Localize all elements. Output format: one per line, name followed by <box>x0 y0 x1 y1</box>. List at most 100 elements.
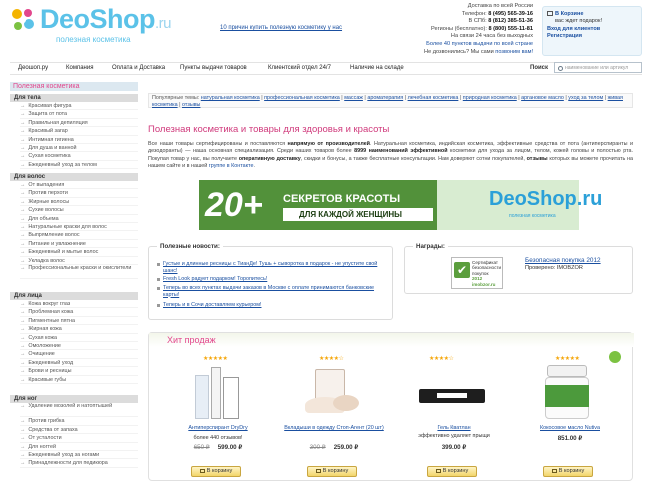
vk-group-link[interactable]: группе в Контакте <box>209 163 254 169</box>
cart-icon <box>199 469 205 473</box>
bestsellers-title: Хит продаж <box>167 335 216 345</box>
sidebar-category[interactable]: Для ног <box>10 395 138 403</box>
sidebar-item[interactable]: Омоложение <box>20 342 138 351</box>
add-to-cart-button[interactable]: В корзину <box>427 466 477 477</box>
promo-banner[interactable]: 20+ СЕКРЕТОВ КРАСОТЫ ДЛЯ КАЖДОЙ ЖЕНЩИНЫ … <box>199 180 602 230</box>
nav-item-company[interactable]: Компания <box>66 65 93 71</box>
promo-link[interactable]: 10 причин купить полезную косметику у на… <box>220 25 342 31</box>
sidebar-item[interactable]: Интимная гигиена <box>20 136 138 144</box>
sidebar-item[interactable]: Правильная депиляция <box>20 119 138 128</box>
sidebar-item[interactable]: Выпрямление волос <box>20 231 138 240</box>
product-name[interactable]: Гель Кватлан <box>399 425 509 431</box>
sidebar-item[interactable]: Против перхоти <box>20 189 138 198</box>
search-input[interactable]: наименование или артикул <box>554 62 642 73</box>
news-link[interactable]: Теперь во всех пунктах выдачи заказов в … <box>163 285 391 298</box>
product-image[interactable] <box>419 389 485 403</box>
news-link[interactable]: Густые и длинные ресницы с ТианДе! Тушь … <box>163 261 391 274</box>
sidebar-item[interactable]: Против грибка <box>20 417 138 426</box>
rating-stars: ★★★★★ <box>203 356 228 362</box>
pickup-link[interactable]: Более 40 пунктов выдачи по всей стране <box>426 41 533 47</box>
award-link[interactable]: Безопасная покупка 2012 <box>525 257 601 264</box>
tag-link[interactable]: массаж <box>344 95 363 101</box>
sidebar-item[interactable]: Удаление мозолей и натоптышей <box>20 403 138 417</box>
sidebar-item[interactable]: Питание и увлажнение <box>20 240 138 249</box>
nav-item-stock[interactable]: Наличие на складе <box>350 65 404 71</box>
sidebar-item[interactable]: Ежедневный уход за телом <box>20 161 138 170</box>
sidebar-item[interactable]: Брови и ресницы <box>20 367 138 376</box>
add-to-cart-button[interactable]: В корзину <box>543 466 593 477</box>
cart-link[interactable]: В Корзине <box>555 11 583 17</box>
sidebar-category[interactable]: Для лица <box>10 292 138 300</box>
sidebar-item[interactable]: Жирные волосы <box>20 198 138 207</box>
nav-item-payment[interactable]: Оплата и Доставка <box>112 65 165 71</box>
tag-link[interactable]: уход за телом <box>568 95 603 101</box>
spb-phone-line: В СПб: 8 (812) 385-51-36 <box>468 18 533 25</box>
news-link[interactable]: Fresh Look радует подарком! Торопитесь! <box>163 276 391 283</box>
tag-link[interactable]: аргановое масло <box>521 95 564 101</box>
sidebar-item[interactable]: Ежедневный уход за ногами <box>20 451 138 460</box>
sidebar-item[interactable]: Ежедневный уход <box>20 359 138 368</box>
main-nav: Деошоп.ру Компания Оплата и Доставка Пун… <box>10 62 642 75</box>
sidebar-item[interactable]: От выпадения <box>20 181 138 190</box>
sidebar-item[interactable]: Проблемная кожа <box>20 308 138 317</box>
award-verified-text: Проверено: IMOBZOR <box>525 265 583 271</box>
sidebar-item[interactable]: Натуральные краски для волос <box>20 223 138 232</box>
sidebar-item[interactable]: Красивая фигура <box>20 102 138 111</box>
nav-item-client[interactable]: Клиентский отдел 24/7 <box>268 65 331 71</box>
add-to-cart-button[interactable]: В корзину <box>307 466 357 477</box>
tag-link[interactable]: натуральная косметика <box>201 95 260 101</box>
product-name[interactable]: Кокосовое масло Nutiva <box>515 425 625 431</box>
sidebar-item[interactable]: Сухие волосы <box>20 206 138 215</box>
bullet-icon <box>157 278 160 281</box>
tag-link[interactable]: ароматерапия <box>367 95 403 101</box>
sidebar-item[interactable]: Ежедневный и мытье волос <box>20 248 138 257</box>
login-link[interactable]: Вход для клиентов <box>547 26 600 32</box>
product-image[interactable] <box>305 369 363 419</box>
checkmark-icon: ✔ <box>454 262 470 278</box>
sidebar-item[interactable]: Укладка волос <box>20 257 138 265</box>
sidebar-item[interactable]: Красивый загар <box>20 127 138 136</box>
sidebar-item[interactable]: Профессиональные краски и окислители <box>20 265 138 279</box>
sidebar-category[interactable]: Для волос <box>10 173 138 181</box>
tag-link[interactable]: природная косметика <box>463 95 517 101</box>
nav-item-pickup[interactable]: Пункты выдачи товаров <box>180 65 247 71</box>
sidebar-item[interactable]: От усталости <box>20 434 138 443</box>
news-link[interactable]: Теперь и в Сочи доставляем курьером! <box>163 302 391 309</box>
sidebar-item[interactable]: Для душа и ванной <box>20 144 138 153</box>
tag-link[interactable]: профессиональная косметика <box>264 95 340 101</box>
site-logo[interactable]: DeoShop.ru полезная косметика <box>8 3 178 53</box>
product-image[interactable] <box>195 365 243 421</box>
safe-purchase-badge[interactable]: ✔ Сертификат безопасности покупок 2012 i… <box>451 257 503 289</box>
news-title: Полезные новости: <box>157 243 223 250</box>
callback-line: Не дозвонились? Мы сами позвоним вам! <box>424 48 533 55</box>
regions-phone-line: Регионы (бесплатно): 8 (800) 555-11-81 <box>431 25 533 32</box>
banner-subheading: ДЛЯ КАЖДОЙ ЖЕНЩИНЫ <box>283 208 433 221</box>
product-card: ★★★★☆ Гель Кватлан эффективно удаляет пр… <box>399 351 509 481</box>
banner-green-area: 20+ СЕКРЕТОВ КРАСОТЫ ДЛЯ КАЖДОЙ ЖЕНЩИНЫ <box>199 180 437 230</box>
add-to-cart-button[interactable]: В корзину <box>191 466 241 477</box>
leaf-icon <box>609 351 621 363</box>
sidebar-item[interactable]: Очищение <box>20 350 138 359</box>
product-card: ★★★★☆ Вкладыши в одежду Стоп-Агент (20 ш… <box>279 351 389 481</box>
sidebar-item[interactable]: Кожа вокруг глаз <box>20 300 138 309</box>
product-image[interactable] <box>545 365 589 421</box>
sidebar-item[interactable]: Сухая косметика <box>20 152 138 161</box>
sidebar-item[interactable]: Красивые губы <box>20 376 138 384</box>
sidebar-item[interactable]: Для ногтей <box>20 443 138 451</box>
sidebar-item[interactable]: Защита от пота <box>20 110 138 119</box>
nav-item-home[interactable]: Деошоп.ру <box>18 65 48 71</box>
tag-link[interactable]: отзывы <box>182 102 200 108</box>
sidebar-item[interactable]: Пигментные пятна <box>20 317 138 326</box>
tag-link[interactable]: лечебная косметика <box>408 95 459 101</box>
sidebar-item[interactable]: Жирная кожа <box>20 325 138 334</box>
sidebar-item[interactable]: Принадлежности для педикюра <box>20 459 138 468</box>
sidebar-item[interactable]: Средства от запаха <box>20 426 138 435</box>
popular-tags: Популярные темы: натуральная косметика |… <box>148 93 633 108</box>
sidebar-item[interactable]: Для объема <box>20 215 138 223</box>
register-link[interactable]: Регистрация <box>547 33 582 39</box>
sidebar-item[interactable]: Сухая кожа <box>20 334 138 342</box>
callback-link[interactable]: позвоним вам! <box>495 49 533 55</box>
sidebar-category[interactable]: Для тела <box>10 94 138 102</box>
product-name[interactable]: Антиперспирант DryDry <box>163 425 273 431</box>
product-name[interactable]: Вкладыши в одежду Стоп-Агент (20 шт) <box>279 425 389 431</box>
